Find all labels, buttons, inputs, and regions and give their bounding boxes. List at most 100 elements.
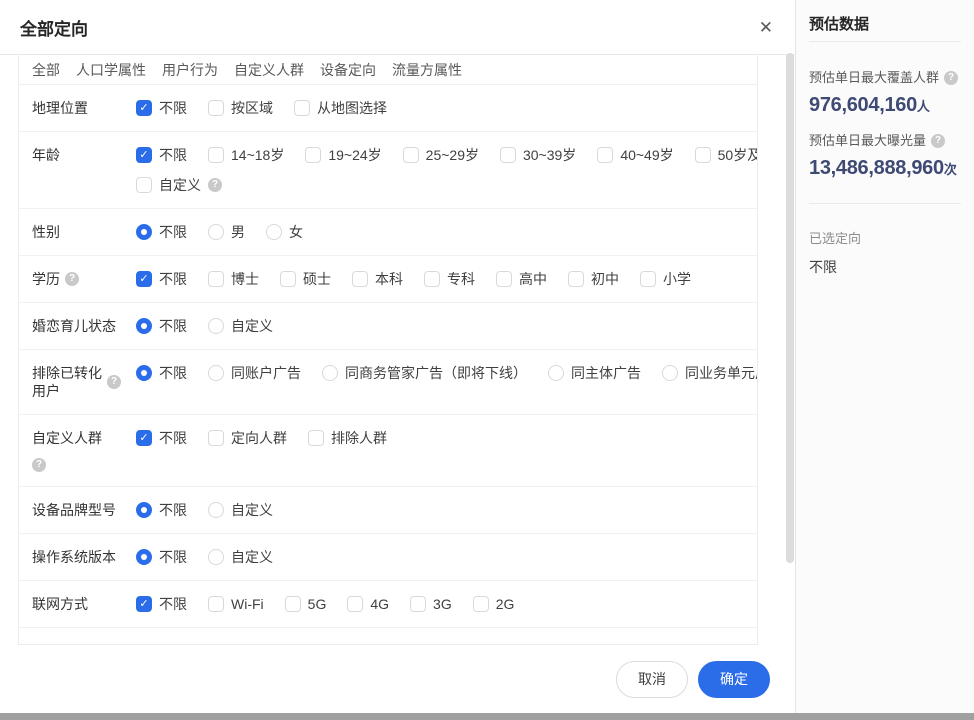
targeting-row: 联网方式✓不限Wi-Fi5G4G3G2G bbox=[19, 581, 757, 628]
option-label: 30~39岁 bbox=[523, 146, 576, 164]
option[interactable]: ✓不限 bbox=[136, 429, 187, 447]
option-label: 初中 bbox=[591, 270, 619, 288]
option-label: 1500~2500元 bbox=[605, 642, 689, 643]
tab-1[interactable]: 人口学属性 bbox=[76, 60, 146, 80]
option-label: 不限 bbox=[159, 270, 187, 288]
modal-footer: 取消 确定 bbox=[0, 645, 795, 713]
option[interactable]: 1500~2500元 bbox=[582, 642, 689, 643]
option[interactable]: 19~24岁 bbox=[305, 146, 381, 164]
option[interactable]: 2G bbox=[473, 595, 515, 613]
tab-0[interactable]: 全部 bbox=[32, 60, 60, 80]
option-label: 不限 bbox=[159, 642, 187, 643]
option[interactable]: 自定义 bbox=[208, 501, 273, 519]
option[interactable]: 高中 bbox=[496, 270, 547, 288]
option[interactable]: 同业务单元广告 bbox=[662, 364, 757, 382]
targeting-row: 婚恋育儿状态不限自定义 bbox=[19, 303, 757, 350]
option-label: 不限 bbox=[159, 595, 187, 613]
modal-title: 全部定向 bbox=[20, 15, 759, 40]
option[interactable]: 初中 bbox=[568, 270, 619, 288]
screen: 全部定向 ✕ 全部人口学属性用户行为自定义人群设备定向流量方属性 地理位置✓不限… bbox=[0, 0, 974, 720]
option[interactable]: 博士 bbox=[208, 270, 259, 288]
stat-unit: 次 bbox=[944, 162, 957, 177]
tab-4[interactable]: 设备定向 bbox=[320, 60, 376, 80]
option[interactable]: 5G bbox=[285, 595, 327, 613]
option-label: 从地图选择 bbox=[317, 99, 387, 117]
checkbox-icon bbox=[568, 271, 584, 287]
confirm-button[interactable]: 确定 bbox=[698, 661, 770, 698]
option[interactable]: 女 bbox=[266, 223, 303, 241]
option[interactable]: ✓不限 bbox=[136, 99, 187, 117]
option-label: 不限 bbox=[159, 429, 187, 447]
checkbox-icon bbox=[305, 147, 321, 163]
option[interactable]: 小学 bbox=[640, 270, 691, 288]
option-label: 同账户广告 bbox=[231, 364, 301, 382]
row-label: 设备品牌型号 bbox=[32, 501, 136, 519]
option[interactable]: ✓不限 bbox=[136, 595, 187, 613]
help-icon[interactable]: ? bbox=[944, 71, 958, 85]
option[interactable]: 不限 bbox=[136, 223, 187, 241]
option[interactable]: ✓不限 bbox=[136, 270, 187, 288]
tab-3[interactable]: 自定义人群 bbox=[234, 60, 304, 80]
option[interactable]: 男 bbox=[208, 223, 245, 241]
targeting-content-box: 全部人口学属性用户行为自定义人群设备定向流量方属性 地理位置✓不限按区域从地图选… bbox=[18, 55, 758, 645]
checkbox-icon bbox=[208, 100, 224, 116]
option[interactable]: 自定义 bbox=[208, 317, 273, 335]
help-icon[interactable]: ? bbox=[65, 272, 79, 286]
option[interactable]: 25~29岁 bbox=[403, 146, 479, 164]
option[interactable]: 硕士 bbox=[280, 270, 331, 288]
option-label: 不限 bbox=[159, 548, 187, 566]
option[interactable]: 同账户广告 bbox=[208, 364, 301, 382]
help-icon[interactable]: ? bbox=[931, 134, 945, 148]
option[interactable]: 同商务管家广告（即将下线） bbox=[322, 364, 527, 382]
checkbox-icon bbox=[136, 177, 152, 193]
option[interactable]: 按区域 bbox=[208, 99, 273, 117]
help-icon[interactable]: ? bbox=[32, 458, 46, 472]
radio-icon bbox=[208, 224, 224, 240]
option-label: 不限 bbox=[159, 223, 187, 241]
option[interactable]: 定向人群 bbox=[208, 429, 287, 447]
option[interactable]: 2500~3500元 bbox=[454, 642, 561, 643]
option[interactable]: 3G bbox=[410, 595, 452, 613]
option[interactable]: 4G bbox=[347, 595, 389, 613]
option[interactable]: ✓不限 bbox=[136, 642, 187, 643]
option[interactable]: 50岁及以上 bbox=[695, 146, 757, 164]
option[interactable]: 40~49岁 bbox=[597, 146, 673, 164]
cancel-button[interactable]: 取消 bbox=[616, 661, 688, 698]
option[interactable]: 自定义? bbox=[136, 176, 222, 194]
option[interactable]: 不限 bbox=[136, 364, 187, 382]
option[interactable]: 同主体广告 bbox=[548, 364, 641, 382]
selected-targeting-label: 已选定向 bbox=[809, 230, 961, 248]
tab-5[interactable]: 流量方属性 bbox=[392, 60, 462, 80]
option-label: 女 bbox=[289, 223, 303, 241]
option[interactable]: 14~18岁 bbox=[208, 146, 284, 164]
option-label: 自定义 bbox=[159, 176, 201, 194]
option-label: 14~18岁 bbox=[231, 146, 284, 164]
option[interactable]: 不限 bbox=[136, 501, 187, 519]
option[interactable]: 3500~4500元 bbox=[325, 642, 432, 643]
option[interactable]: 不限 bbox=[136, 548, 187, 566]
help-icon[interactable]: ? bbox=[107, 375, 121, 389]
targeting-row: 年龄 ✓不限 14~18岁 19~24岁 25~29岁 30~39岁 40~49岁 50岁及以… bbox=[19, 132, 757, 209]
option[interactable]: 自定义 bbox=[208, 548, 273, 566]
row-label: 排除已转化 用户? bbox=[32, 364, 136, 400]
option[interactable]: 本科 bbox=[352, 270, 403, 288]
option[interactable]: 排除人群 bbox=[308, 429, 387, 447]
option[interactable]: 专科 bbox=[424, 270, 475, 288]
option[interactable]: 不限 bbox=[136, 317, 187, 335]
option[interactable]: ✓不限 bbox=[136, 146, 187, 164]
checkbox-icon bbox=[308, 430, 324, 446]
close-icon[interactable]: ✕ bbox=[759, 19, 773, 36]
targeting-modal: 全部定向 ✕ 全部人口学属性用户行为自定义人群设备定向流量方属性 地理位置✓不限… bbox=[0, 0, 795, 713]
scrollbar-thumb[interactable] bbox=[786, 53, 794, 563]
option[interactable]: 30~39岁 bbox=[500, 146, 576, 164]
option[interactable]: 4500元以上 bbox=[208, 642, 304, 643]
row-label-text: 年龄 bbox=[32, 147, 60, 163]
row-label-text: 设备品牌型号 bbox=[32, 502, 116, 518]
option[interactable]: 从地图选择 bbox=[294, 99, 387, 117]
option-label: 硕士 bbox=[303, 270, 331, 288]
option[interactable]: Wi-Fi bbox=[208, 595, 264, 613]
checkbox-icon bbox=[597, 147, 613, 163]
tab-2[interactable]: 用户行为 bbox=[162, 60, 218, 80]
option-label: 男 bbox=[231, 223, 245, 241]
help-icon[interactable]: ? bbox=[208, 178, 222, 192]
